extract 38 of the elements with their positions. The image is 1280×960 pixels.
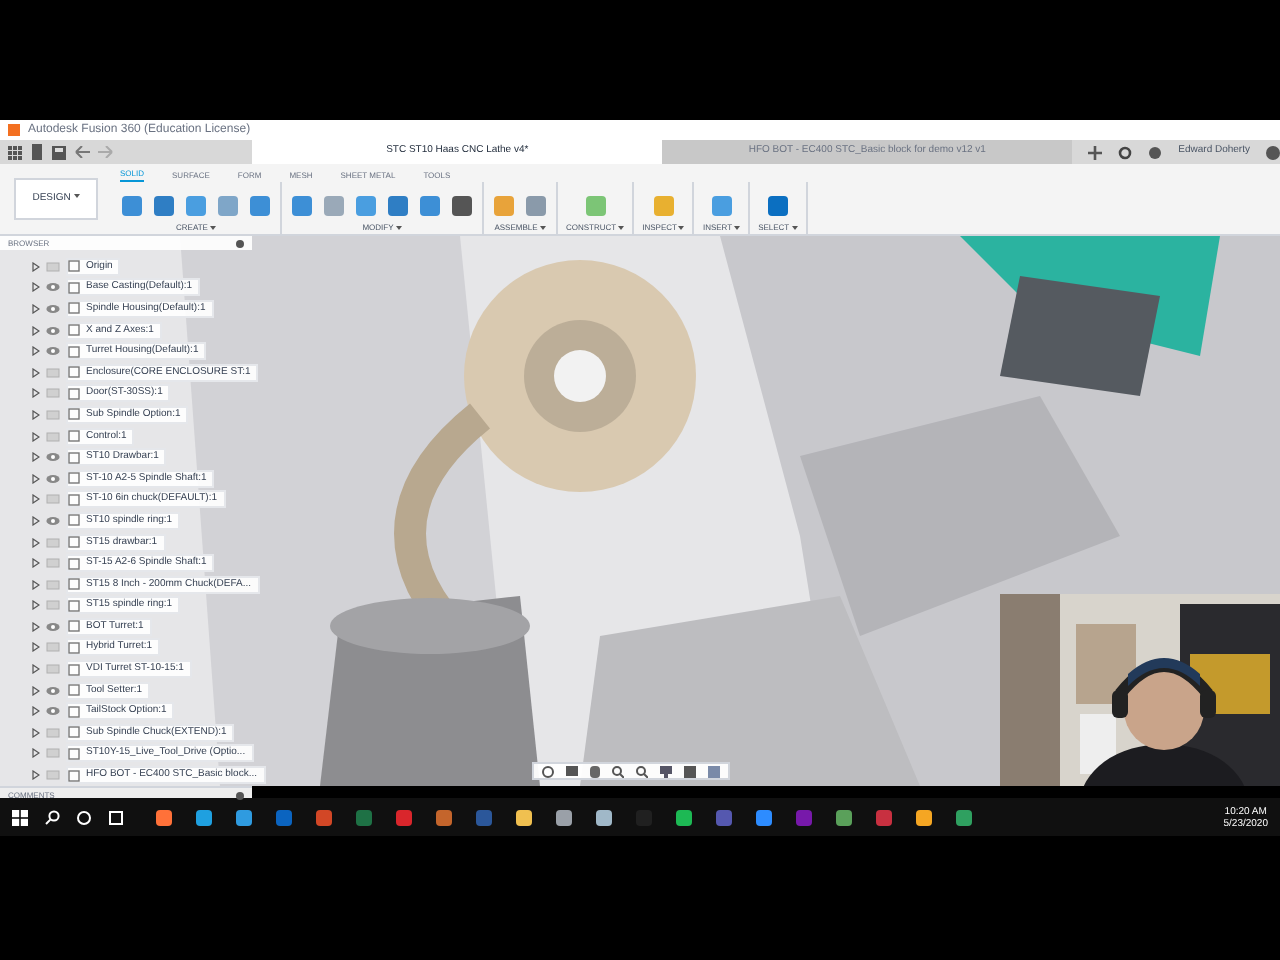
caret-icon bbox=[678, 225, 685, 229]
taskbar-app-icon[interactable] bbox=[676, 809, 692, 825]
caret-icon bbox=[618, 225, 625, 229]
taskbar-app-icon[interactable] bbox=[436, 809, 452, 825]
tool-icon[interactable] bbox=[152, 194, 176, 218]
tool-icon[interactable] bbox=[248, 194, 272, 218]
taskbar-app-icon[interactable] bbox=[756, 809, 772, 825]
tool-icon[interactable] bbox=[418, 194, 442, 218]
caret-icon bbox=[209, 225, 216, 229]
plus-icon[interactable] bbox=[1088, 145, 1103, 159]
file-icon[interactable] bbox=[30, 144, 44, 160]
save-icon[interactable] bbox=[52, 145, 66, 159]
taskbar-app-icon[interactable] bbox=[836, 809, 852, 825]
caret-icon bbox=[539, 225, 546, 229]
task-view-icon[interactable] bbox=[108, 809, 124, 825]
taskbar-app-icon[interactable] bbox=[156, 809, 172, 825]
tool-icon[interactable] bbox=[120, 194, 144, 218]
tool-icon[interactable] bbox=[765, 194, 790, 218]
search-icon[interactable] bbox=[44, 809, 60, 825]
taskbar-app-icon[interactable] bbox=[516, 809, 532, 825]
caret-icon bbox=[73, 194, 80, 199]
tool-icon[interactable] bbox=[290, 194, 314, 218]
windows-start-icon[interactable] bbox=[12, 809, 28, 825]
taskbar-app-icon[interactable] bbox=[916, 809, 932, 825]
taskbar-app-icon[interactable] bbox=[596, 809, 612, 825]
app-logo-icon bbox=[8, 124, 20, 136]
caret-icon bbox=[791, 225, 798, 229]
tool-icon[interactable] bbox=[386, 194, 410, 218]
taskbar-app-icon[interactable] bbox=[236, 809, 252, 825]
circle-icon[interactable] bbox=[76, 809, 92, 825]
taskbar-app-icon[interactable] bbox=[556, 809, 572, 825]
taskbar-app-icon[interactable] bbox=[956, 809, 972, 825]
taskbar-app-icon[interactable] bbox=[196, 809, 212, 825]
tool-icon[interactable] bbox=[450, 194, 474, 218]
caret-icon bbox=[734, 225, 741, 229]
caret-icon bbox=[395, 225, 402, 229]
grid-menu-icon[interactable] bbox=[8, 145, 22, 159]
undo-icon[interactable] bbox=[74, 146, 90, 158]
